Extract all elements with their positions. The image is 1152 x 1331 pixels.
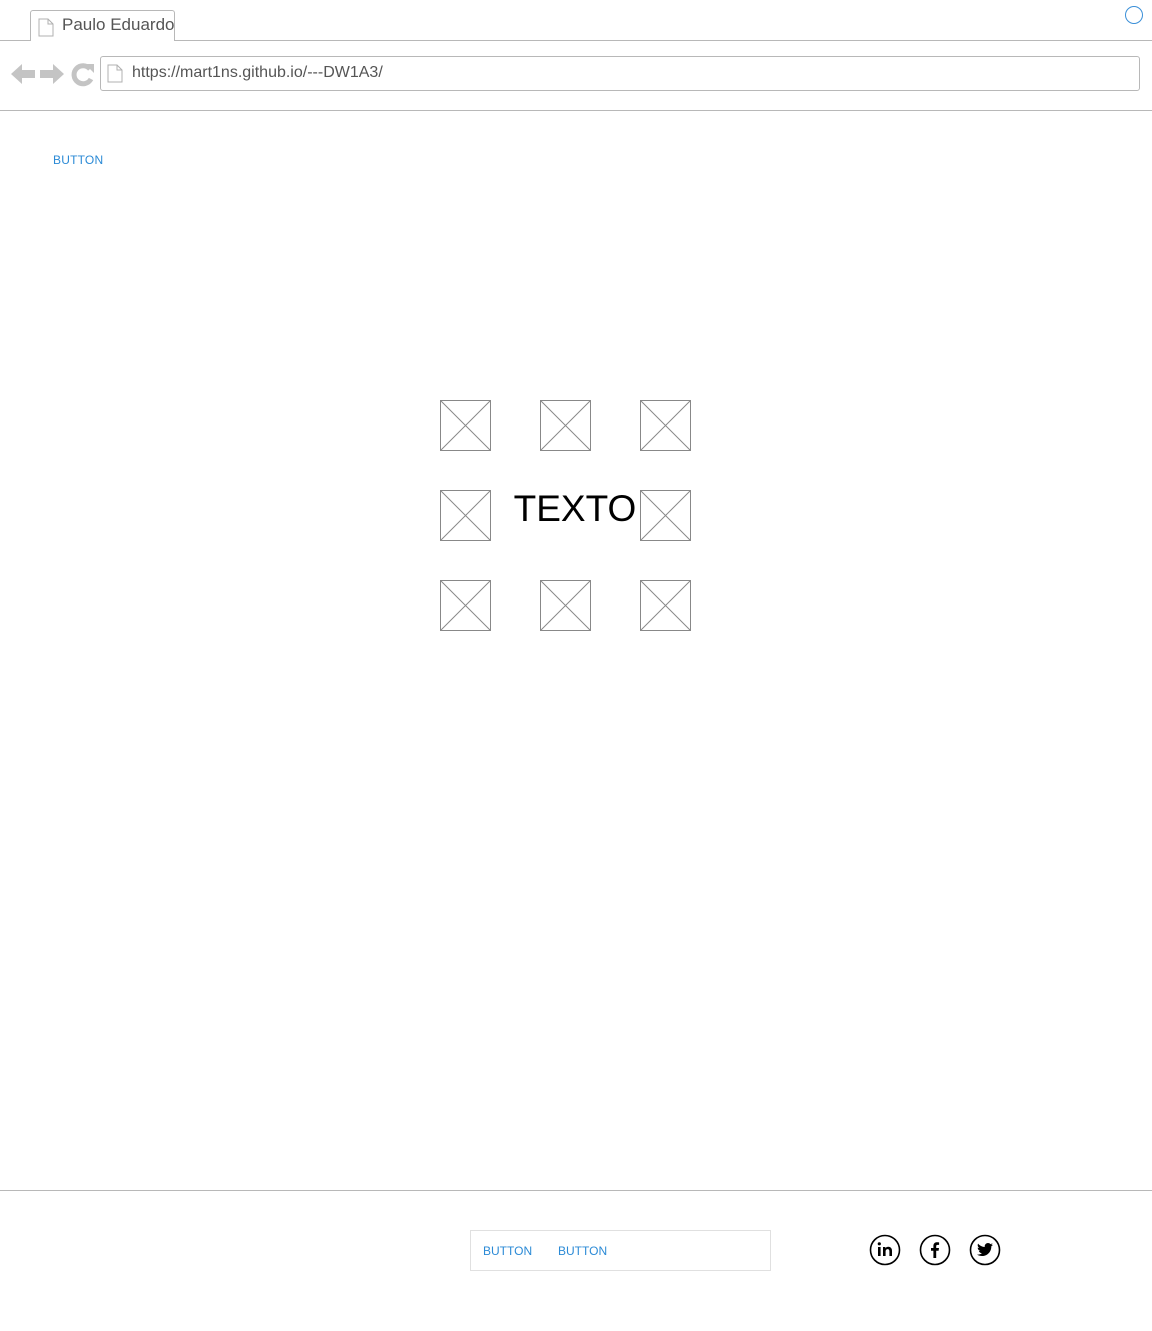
tab-strip: Paulo Eduardo: [0, 0, 1152, 41]
tab-title: Paulo Eduardo: [62, 15, 175, 34]
image-placeholder-icon: [540, 400, 591, 451]
facebook-icon[interactable]: [919, 1234, 951, 1266]
twitter-icon[interactable]: [969, 1234, 1001, 1266]
circle-icon[interactable]: [1125, 6, 1143, 24]
address-bar[interactable]: https://mart1ns.github.io/---DW1A3/: [100, 56, 1140, 91]
arrow-left-icon[interactable]: [10, 61, 36, 87]
reload-icon[interactable]: [70, 61, 96, 87]
image-placeholder-icon: [540, 580, 591, 631]
image-placeholder-icon: [440, 490, 491, 541]
page-icon: [107, 64, 123, 88]
center-text: TEXTO: [513, 488, 637, 529]
address-url[interactable]: https://mart1ns.github.io/---DW1A3/: [132, 64, 383, 82]
image-placeholder-icon: [440, 580, 491, 631]
linkedin-icon[interactable]: [869, 1234, 901, 1266]
image-placeholder-icon: [640, 490, 691, 541]
browser-tab[interactable]: Paulo Eduardo: [30, 10, 175, 41]
arrow-right-icon[interactable]: [39, 61, 65, 87]
page-icon: [38, 18, 54, 42]
image-placeholder-icon: [640, 400, 691, 451]
image-placeholder-icon: [440, 400, 491, 451]
browser-toolbar: https://mart1ns.github.io/---DW1A3/: [0, 41, 1152, 111]
toolbar-divider: [0, 110, 1152, 111]
footer-nav: BUTTON BUTTON: [470, 1230, 771, 1271]
top-button[interactable]: BUTTON: [53, 153, 103, 167]
image-placeholder-icon: [640, 580, 691, 631]
footer-button-1[interactable]: BUTTON: [483, 1244, 532, 1258]
footer-divider: [0, 1190, 1152, 1191]
footer-button-2[interactable]: BUTTON: [558, 1244, 607, 1258]
